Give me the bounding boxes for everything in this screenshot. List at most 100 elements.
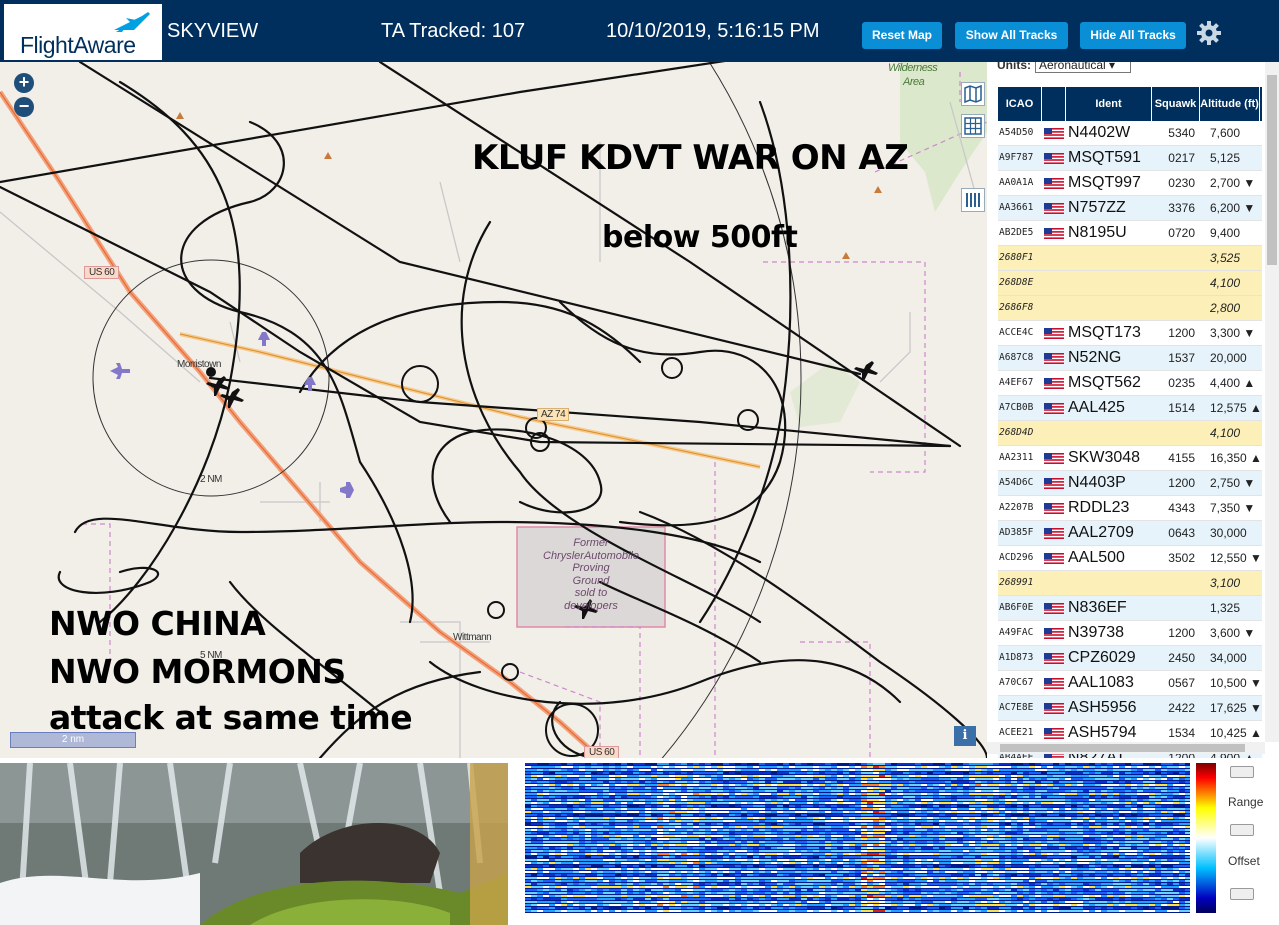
cell-icao: ACCE4C xyxy=(999,327,1034,338)
table-row[interactable]: AD385F AAL2709 0643 30,000 xyxy=(998,521,1262,546)
cell-flag xyxy=(1042,171,1066,195)
us-flag-icon xyxy=(1044,702,1064,714)
us-flag-icon xyxy=(1044,202,1064,214)
table-row[interactable]: ACCE4C MSQT173 1200 3,300 ▼ xyxy=(998,321,1262,346)
cell-ident: N52NG xyxy=(1068,349,1122,366)
table-row[interactable]: A687C8 N52NG 1537 20,000 xyxy=(998,346,1262,371)
range-slider-handle[interactable] xyxy=(1230,824,1254,836)
plane-logo-icon xyxy=(114,12,150,32)
cell-squawk: 2450 xyxy=(1168,651,1195,665)
show-all-tracks-button[interactable]: Show All Tracks xyxy=(955,22,1068,49)
table-row[interactable]: A2207B RDDL23 4343 7,350 ▼ xyxy=(998,496,1262,521)
wilderness-label: Wilderness xyxy=(888,62,938,74)
cell-ident: N4403P xyxy=(1068,474,1126,491)
table-row[interactable]: AB2DE5 N8195U 0720 9,400 xyxy=(998,221,1262,246)
table-row[interactable]: 268991 3,100 xyxy=(998,571,1262,596)
column-icao[interactable]: ICAO xyxy=(998,87,1042,121)
units-select[interactable]: Aeronautical ▾ xyxy=(1035,62,1131,73)
cell-flag xyxy=(1042,621,1066,645)
cell-ident xyxy=(1066,271,1152,295)
column-squawk[interactable]: Squawk xyxy=(1152,87,1200,121)
zoom-out-button[interactable]: − xyxy=(14,97,34,117)
cell-flag xyxy=(1042,371,1066,395)
cell-ident: N757ZZ xyxy=(1068,199,1126,216)
cell-altitude: 4,400 ▲ xyxy=(1210,376,1256,390)
cell-flag xyxy=(1042,496,1066,520)
cell-squawk xyxy=(1152,421,1200,445)
logo-text: FlightAware xyxy=(20,32,136,58)
table-row[interactable]: A7CB0B AAL425 1514 12,575 ▲ xyxy=(998,396,1262,421)
cell-flag xyxy=(1042,421,1066,445)
table-row[interactable]: A70C67 AAL1083 0567 10,500 ▼ xyxy=(998,671,1262,696)
cell-flag xyxy=(1042,471,1066,495)
us-flag-icon xyxy=(1044,627,1064,639)
table-hscroll-thumb[interactable] xyxy=(1000,744,1245,752)
zoom-in-button[interactable]: + xyxy=(14,73,34,93)
cell-altitude: 9,400 xyxy=(1210,226,1241,240)
table-row[interactable]: A1D873 CPZ6029 2450 34,000 xyxy=(998,646,1262,671)
table-row[interactable]: A9F787 MSQT591 0217 5,125 xyxy=(998,146,1262,171)
table-row[interactable]: A4EF67 MSQT562 0235 4,400 ▲ xyxy=(998,371,1262,396)
cell-flag xyxy=(1042,546,1066,570)
cell-ident: N8195U xyxy=(1068,224,1127,241)
reset-map-button[interactable]: Reset Map xyxy=(862,22,942,49)
cell-flag xyxy=(1042,346,1066,370)
cell-altitude: 3,100 xyxy=(1210,576,1241,590)
table-scroll-thumb[interactable] xyxy=(1267,75,1277,265)
cell-squawk: 1200 xyxy=(1168,476,1195,490)
table-row[interactable]: AC7E8E ASH5956 2422 17,625 ▼ xyxy=(998,696,1262,721)
offset-slider-handle[interactable] xyxy=(1230,888,1254,900)
table-row[interactable]: A54D6C N4403P 1200 2,750 ▼ xyxy=(998,471,1262,496)
table-row[interactable]: AA0A1A MSQT997 0230 2,700 ▼ xyxy=(998,171,1262,196)
table-row[interactable]: 268D4D 4,100 xyxy=(998,421,1262,446)
info-button[interactable]: i xyxy=(954,726,976,746)
morristown-label: Morristown xyxy=(177,359,221,370)
cell-icao: AA0A1A xyxy=(999,177,1034,188)
column-flag[interactable] xyxy=(1042,87,1066,121)
offset-label: Offset xyxy=(1228,854,1260,868)
table-row[interactable]: AA2311 SKW3048 4155 16,350 ▲ xyxy=(998,446,1262,471)
cell-ident: MSQT591 xyxy=(1068,149,1141,166)
table-row[interactable]: 268D8E 4,100 xyxy=(998,271,1262,296)
cell-icao: A49FAC xyxy=(999,627,1034,638)
cell-icao: AA2311 xyxy=(999,452,1034,463)
us-flag-icon xyxy=(1044,227,1064,239)
cell-icao: 268D4D xyxy=(999,427,1034,438)
map-layers-button[interactable] xyxy=(961,82,985,106)
hide-all-tracks-button[interactable]: Hide All Tracks xyxy=(1080,22,1186,49)
cell-flag xyxy=(1042,146,1066,170)
column-altitude[interactable]: Altitude (ft) xyxy=(1200,87,1260,121)
cell-squawk: 5340 xyxy=(1168,126,1195,140)
map-columns-button[interactable] xyxy=(961,188,985,212)
cell-flag xyxy=(1042,196,1066,220)
cell-flag xyxy=(1042,646,1066,670)
flightaware-logo[interactable]: FlightAware xyxy=(4,4,162,60)
cell-altitude: 6,200 ▼ xyxy=(1210,201,1256,215)
wittmann-label: Wittmann xyxy=(453,632,492,643)
cell-icao: 268D8E xyxy=(999,277,1034,288)
table-row[interactable]: A54D50 N4402W 5340 7,600 xyxy=(998,121,1262,146)
grid-icon xyxy=(964,117,982,135)
top-slider-handle[interactable] xyxy=(1230,766,1254,778)
table-row[interactable]: AB6F0E N836EF 1,325 xyxy=(998,596,1262,621)
table-row[interactable]: AA3661 N757ZZ 3376 6,200 ▼ xyxy=(998,196,1262,221)
column-ident[interactable]: Ident xyxy=(1066,87,1152,121)
table-row[interactable]: 2686F8 2,800 xyxy=(998,296,1262,321)
cell-altitude: 4,100 xyxy=(1210,276,1241,290)
table-body: A54D50 N4402W 5340 7,600 A9F787 MSQT591 0217 5,… xyxy=(998,121,1262,758)
cell-icao: A4EF67 xyxy=(999,377,1034,388)
cell-squawk: 4343 xyxy=(1168,501,1195,515)
map-grid-button[interactable] xyxy=(961,114,985,138)
table-row[interactable]: A49FAC N39738 1200 3,600 ▼ xyxy=(998,621,1262,646)
map-view[interactable]: Wilderness Area US 60 US 60 AZ 74 Morris… xyxy=(0,62,987,758)
cell-icao: AB2DE5 xyxy=(999,227,1034,238)
cell-squawk xyxy=(1152,246,1200,270)
cell-altitude: 4,100 xyxy=(1210,426,1241,440)
table-row[interactable]: 2680F1 3,525 xyxy=(998,246,1262,271)
table-row[interactable]: ACD296 AAL500 3502 12,550 ▼ xyxy=(998,546,1262,571)
cell-altitude: 16,350 ▲ xyxy=(1210,451,1260,465)
us-flag-icon xyxy=(1044,177,1064,189)
gear-icon[interactable] xyxy=(1196,20,1222,46)
overlay-text-line2: below 500ft xyxy=(602,220,798,255)
cell-squawk xyxy=(1152,571,1200,595)
